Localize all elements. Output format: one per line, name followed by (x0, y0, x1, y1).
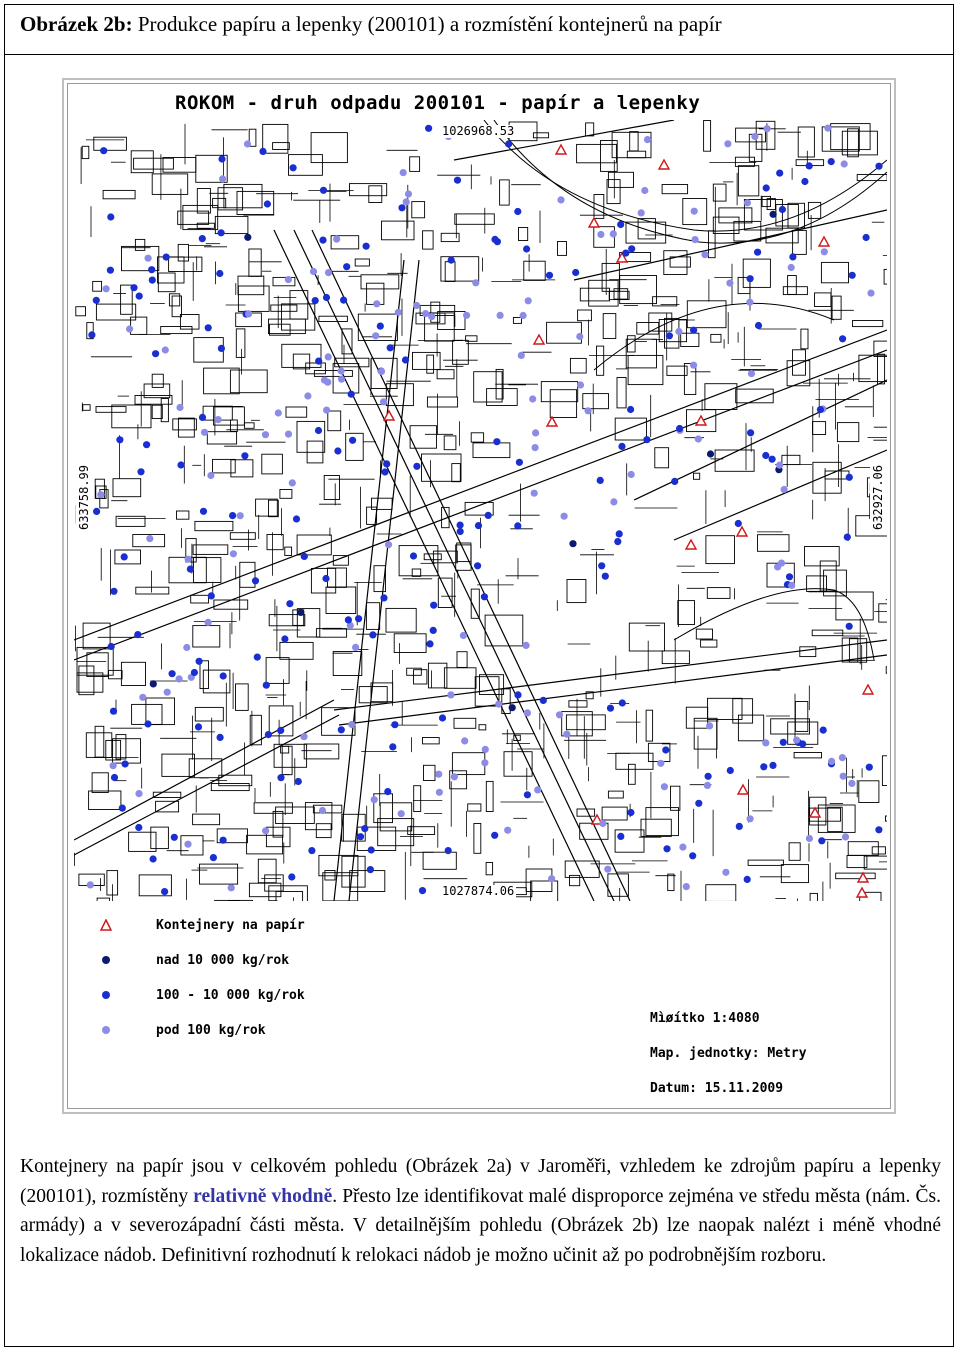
figure-heading: Obrázek 2b: Produkce papíru a lepenky (2… (20, 12, 722, 37)
legend-item-100-10000: 100 - 10 000 kg/rok (100, 984, 305, 1006)
street-lines (74, 120, 887, 901)
legend-item-over-10000: nad 10 000 kg/rok (100, 949, 289, 971)
coord-left: 633758.99 (76, 465, 93, 531)
street-map (74, 120, 887, 901)
legend-label: nad 10 000 kg/rok (156, 952, 290, 968)
body-paragraph: Kontejnery na papír jsou v celkovém pohl… (20, 1152, 941, 1270)
coord-top: 1026968.53 (440, 124, 517, 138)
figure-label: Obrázek 2b: (20, 12, 133, 36)
triangle-icon (100, 919, 112, 931)
legend-item-under-100: pod 100 kg/rok (100, 1019, 266, 1041)
legend-label: pod 100 kg/rok (156, 1022, 266, 1038)
map-units: Map. jednotky: Metry (650, 1046, 807, 1061)
production-dots (86, 124, 883, 896)
dot-icon (100, 954, 112, 966)
heading-divider (4, 54, 954, 55)
coord-right: 632927.06 (870, 465, 887, 531)
dot-icon (100, 989, 112, 1001)
street-map-svg (74, 120, 887, 901)
legend-item-containers: Kontejnery na papír (100, 914, 305, 936)
map-title: ROKOM - druh odpadu 200101 - papír a lep… (175, 92, 701, 114)
map-scale: Mìøítko 1:4080 (650, 1011, 760, 1026)
figure-caption: Produkce papíru a lepenky (200101) a roz… (132, 12, 722, 36)
map-date: Datum: 15.11.2009 (650, 1081, 784, 1096)
legend-label: Kontejnery na papír (156, 917, 305, 933)
dot-icon (100, 1024, 112, 1036)
body-highlight: relativně vhodně (193, 1185, 333, 1207)
legend-label: 100 - 10 000 kg/rok (156, 987, 305, 1003)
coord-bottom: 1027874.06 (440, 884, 517, 898)
